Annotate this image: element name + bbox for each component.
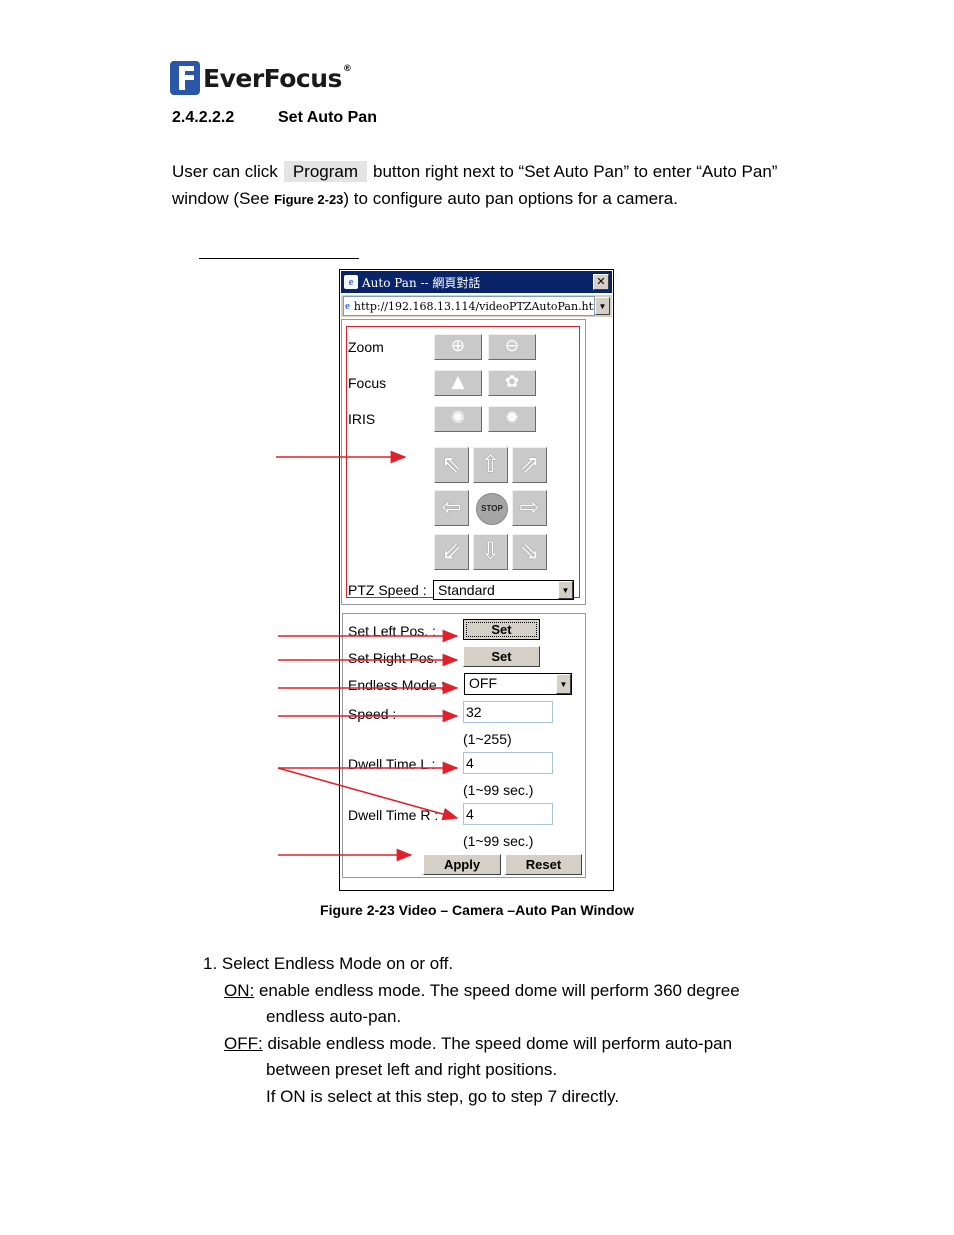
off-option: OFF: disable endless mode. The speed dom…: [224, 1033, 733, 1053]
off-option-cont: between preset left and right positions.: [266, 1060, 558, 1079]
step-note: If ON is select at this step, go to step…: [266, 1086, 620, 1106]
arrow-to-dwell-r: [277, 767, 459, 821]
on-option: ON: enable endless mode. The speed dome …: [224, 980, 740, 1000]
on-option-cont: endless auto-pan.: [266, 1007, 402, 1026]
steps-list: 1. Select Endless Mode on or off. ON: en…: [203, 951, 740, 1110]
figure-caption: Figure 2-23 Video – Camera –Auto Pan Win…: [320, 902, 634, 918]
step-1: 1. Select Endless Mode on or off.: [203, 954, 454, 973]
